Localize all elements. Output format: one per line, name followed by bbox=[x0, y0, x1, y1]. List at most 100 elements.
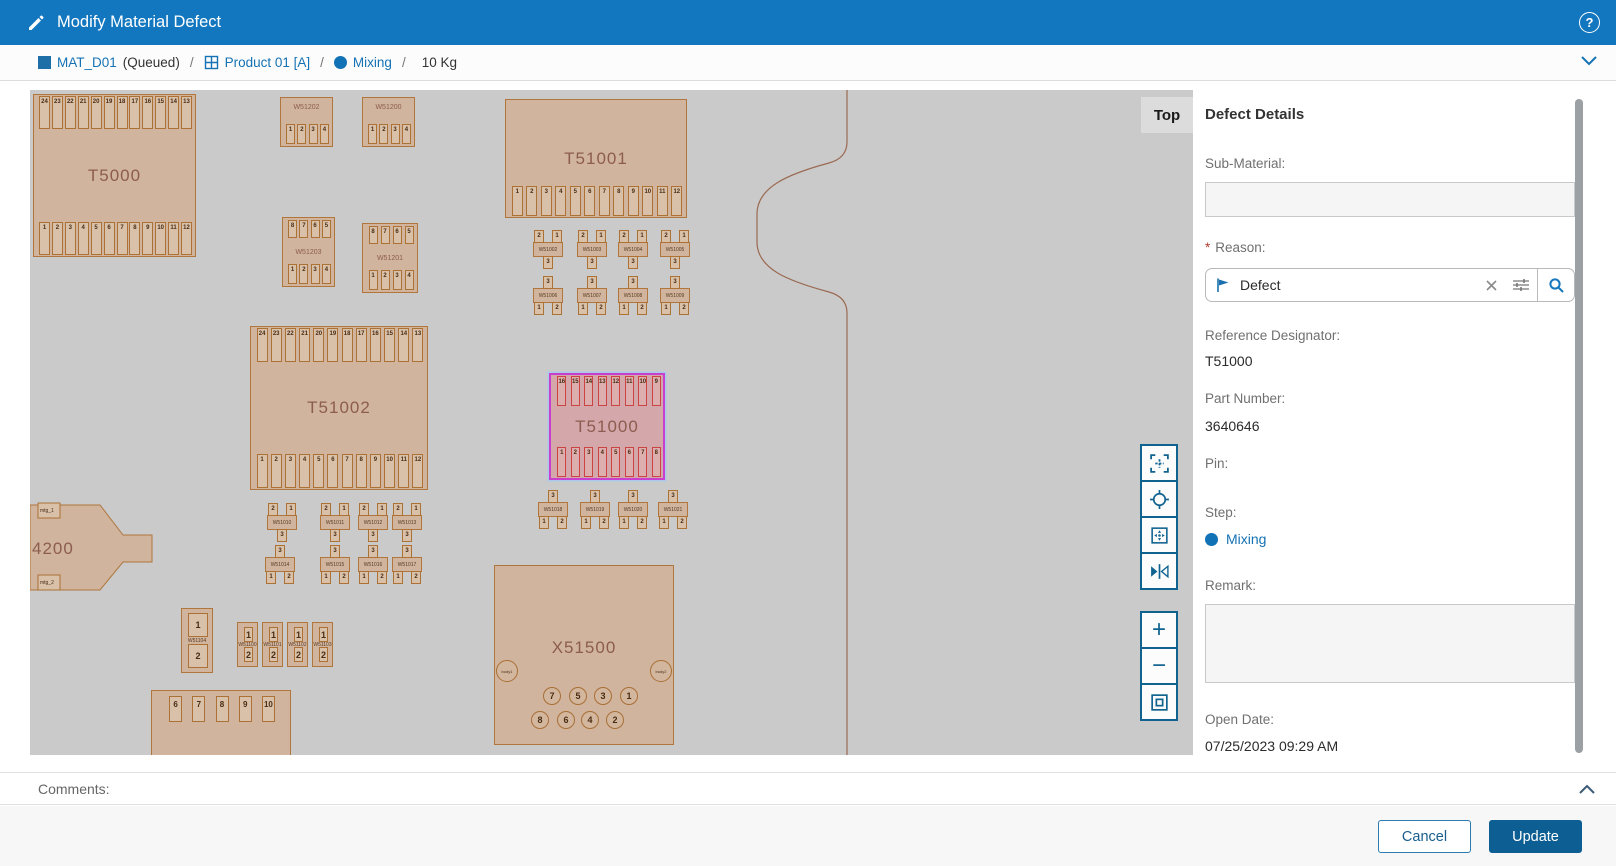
zoom-out-button[interactable]: − bbox=[1140, 647, 1178, 685]
pcb-component-W51003[interactable]: W51003213 bbox=[577, 230, 607, 269]
view-side-tab[interactable]: Top bbox=[1141, 97, 1193, 133]
pcb-component-W51015[interactable]: W51015312 bbox=[320, 545, 350, 584]
pcb-component-W51102[interactable]: 12W51102 bbox=[287, 622, 308, 667]
help-icon[interactable]: ? bbox=[1579, 12, 1600, 33]
breadcrumb-separator: / bbox=[402, 55, 406, 70]
sub-material-input[interactable] bbox=[1205, 182, 1575, 217]
zoom-in-button[interactable]: + bbox=[1140, 611, 1178, 649]
material-icon bbox=[38, 56, 51, 69]
cancel-button[interactable]: Cancel bbox=[1378, 820, 1471, 853]
minus-icon: − bbox=[1152, 654, 1166, 678]
open-date-value: 07/25/2023 09:29 AM bbox=[1205, 738, 1338, 754]
breadcrumb-separator: / bbox=[320, 55, 324, 70]
reference-designator-value: T51000 bbox=[1205, 353, 1252, 369]
pan-view-icon bbox=[1149, 525, 1170, 546]
breadcrumb-material-link[interactable]: MAT_D01 bbox=[57, 55, 117, 70]
pcb-component-W51007[interactable]: W51007312 bbox=[577, 276, 607, 315]
panel-scrollbar[interactable] bbox=[1575, 99, 1583, 753]
required-asterisk: * bbox=[1205, 240, 1210, 255]
breadcrumb: MAT_D01 (Queued) / Product 01 [A] / Mixi… bbox=[0, 45, 1616, 81]
zoom-reset-button[interactable] bbox=[1140, 683, 1178, 721]
pcb-component-W51201[interactable]: W5120187651234 bbox=[362, 223, 418, 293]
search-button[interactable] bbox=[1537, 269, 1574, 301]
pcb-canvas[interactable]: Top + − T5000242322212019181716151413123 bbox=[30, 90, 1193, 755]
part-number-value: 3640646 bbox=[1205, 418, 1260, 434]
breadcrumb-quantity: 10 Kg bbox=[422, 55, 457, 70]
pcb-component-W51013[interactable]: W51013213 bbox=[392, 503, 422, 542]
reason-label: *Reason: bbox=[1205, 240, 1266, 255]
pcb-component-W51017[interactable]: W51017312 bbox=[392, 545, 422, 584]
breadcrumb-separator: / bbox=[190, 55, 194, 70]
pcb-component-W51008[interactable]: W51008312 bbox=[618, 276, 648, 315]
plus-icon: + bbox=[1152, 618, 1166, 642]
pcb-component-W51012[interactable]: W51012213 bbox=[358, 503, 388, 542]
chevron-down-icon[interactable] bbox=[1578, 55, 1600, 70]
footer-bar: Cancel Update bbox=[0, 806, 1616, 866]
pcb-component-4200[interactable]: mtg_1 mtg_2 4200 bbox=[30, 503, 160, 593]
fit-view-icon bbox=[1149, 453, 1170, 474]
remark-label: Remark: bbox=[1205, 578, 1256, 593]
pcb-component-W51006[interactable]: W51006312 bbox=[533, 276, 563, 315]
breadcrumb-step-link[interactable]: Mixing bbox=[353, 55, 392, 70]
pcb-component-W51004[interactable]: W51004213 bbox=[618, 230, 648, 269]
panel-title: Defect Details bbox=[1205, 106, 1304, 123]
canvas-toolbar-zoom: + − bbox=[1140, 611, 1178, 721]
pcb-component-X51500[interactable]: X51500body1body275318642 bbox=[494, 565, 674, 745]
chevron-up-icon[interactable] bbox=[1576, 783, 1598, 795]
step-icon bbox=[334, 56, 347, 69]
remark-textarea[interactable] bbox=[1205, 604, 1575, 683]
pcb-component-W51020[interactable]: W51020312 bbox=[618, 490, 648, 529]
pcb-component-T51002[interactable]: T510022423222120191817161514131234567891… bbox=[250, 326, 428, 490]
filter-icon[interactable] bbox=[1512, 277, 1530, 293]
modify-material-defect-window: Modify Material Defect ? MAT_D01 (Queued… bbox=[0, 0, 1616, 866]
center-selection-button[interactable] bbox=[1140, 480, 1178, 518]
pcb-component-W51011[interactable]: W51011213 bbox=[320, 503, 350, 542]
product-icon bbox=[204, 55, 219, 70]
pcb-component-W51014[interactable]: W51014312 bbox=[265, 545, 295, 584]
pcb-component-W51009[interactable]: W51009312 bbox=[660, 276, 690, 315]
pcb-component-W51018[interactable]: W51018312 bbox=[538, 490, 568, 529]
pcb-component-T51000[interactable]: T5100016151413121110912345678 bbox=[549, 373, 665, 480]
breadcrumb-product-link[interactable]: Product 01 [A] bbox=[225, 55, 311, 70]
pcb-component-conn5[interactable]: 678910 bbox=[151, 690, 291, 755]
pcb-component-W51016[interactable]: W51016312 bbox=[358, 545, 388, 584]
flag-icon bbox=[1215, 277, 1231, 293]
svg-text:4200: 4200 bbox=[32, 539, 74, 558]
edit-icon bbox=[27, 14, 45, 32]
comments-label: Comments: bbox=[38, 781, 110, 797]
pcb-component-W51101[interactable]: 12W51101 bbox=[262, 622, 283, 667]
search-icon bbox=[1548, 277, 1565, 294]
pan-view-button[interactable] bbox=[1140, 516, 1178, 554]
clear-icon[interactable] bbox=[1485, 279, 1498, 292]
comments-section[interactable]: Comments: bbox=[0, 772, 1616, 805]
pcb-component-W51202[interactable]: W512021234 bbox=[280, 97, 333, 147]
pcb-component-W51100[interactable]: 12W51100 bbox=[237, 622, 258, 667]
step-link[interactable]: Mixing bbox=[1226, 531, 1266, 547]
svg-text:mtg_2: mtg_2 bbox=[40, 580, 54, 586]
pcb-component-W51010[interactable]: W51010213 bbox=[267, 503, 297, 542]
canvas-toolbar-view bbox=[1140, 444, 1178, 590]
reason-combobox[interactable]: Defect bbox=[1205, 268, 1575, 302]
title-bar: Modify Material Defect ? bbox=[0, 0, 1616, 45]
page-title: Modify Material Defect bbox=[57, 13, 221, 32]
center-target-icon bbox=[1149, 489, 1170, 510]
update-button[interactable]: Update bbox=[1489, 820, 1582, 853]
pcb-component-W51203[interactable]: W5120387651234 bbox=[282, 217, 335, 287]
mirror-view-button[interactable] bbox=[1140, 552, 1178, 590]
pcb-component-W51019[interactable]: W51019312 bbox=[580, 490, 610, 529]
pcb-component-T51001[interactable]: T51001123456789101112 bbox=[505, 99, 687, 218]
zoom-reset-icon bbox=[1149, 692, 1170, 713]
pcb-component-W51104[interactable]: 12W51104 bbox=[181, 608, 213, 673]
pcb-component-W51200[interactable]: W512001234 bbox=[362, 97, 415, 147]
pcb-component-W51021[interactable]: W51021312 bbox=[658, 490, 688, 529]
step-value: Mixing bbox=[1205, 531, 1266, 547]
pcb-component-W51103[interactable]: 12W51103 bbox=[312, 622, 333, 667]
pcb-component-W51005[interactable]: W51005213 bbox=[660, 230, 690, 269]
pcb-component-W51002[interactable]: W51002213 bbox=[533, 230, 563, 269]
reason-value: Defect bbox=[1240, 277, 1478, 293]
fit-view-button[interactable] bbox=[1140, 444, 1178, 482]
pcb-component-T5000[interactable]: T500024232221201918171615141312345678910… bbox=[33, 94, 196, 257]
open-date-label: Open Date: bbox=[1205, 712, 1274, 727]
svg-text:mtg_1: mtg_1 bbox=[40, 508, 54, 514]
part-number-label: Part Number: bbox=[1205, 391, 1285, 406]
